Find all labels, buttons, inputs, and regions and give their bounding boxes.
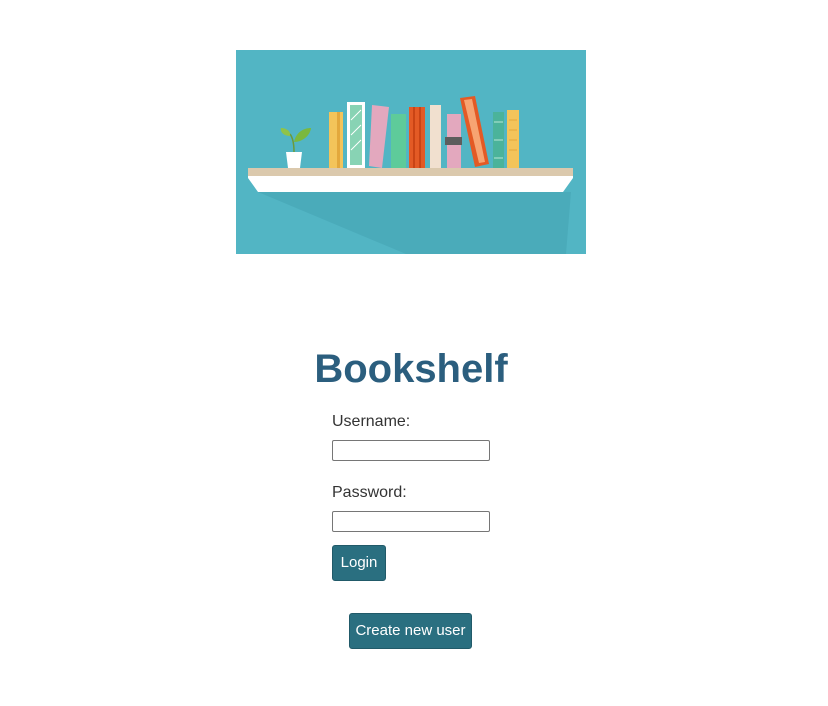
bookshelf-banner-image <box>236 50 586 254</box>
page-title: Bookshelf <box>314 347 508 391</box>
login-button[interactable]: Login <box>332 545 386 581</box>
login-page: Bookshelf Username: Password: Login Crea… <box>0 0 828 706</box>
login-form: Username: Password: <box>332 412 512 532</box>
username-input[interactable] <box>332 440 490 461</box>
password-label: Password: <box>332 484 407 501</box>
password-input[interactable] <box>332 511 490 532</box>
username-label: Username: <box>332 413 411 430</box>
create-user-button[interactable]: Create new user <box>349 613 472 649</box>
password-group: Password: <box>332 483 512 532</box>
